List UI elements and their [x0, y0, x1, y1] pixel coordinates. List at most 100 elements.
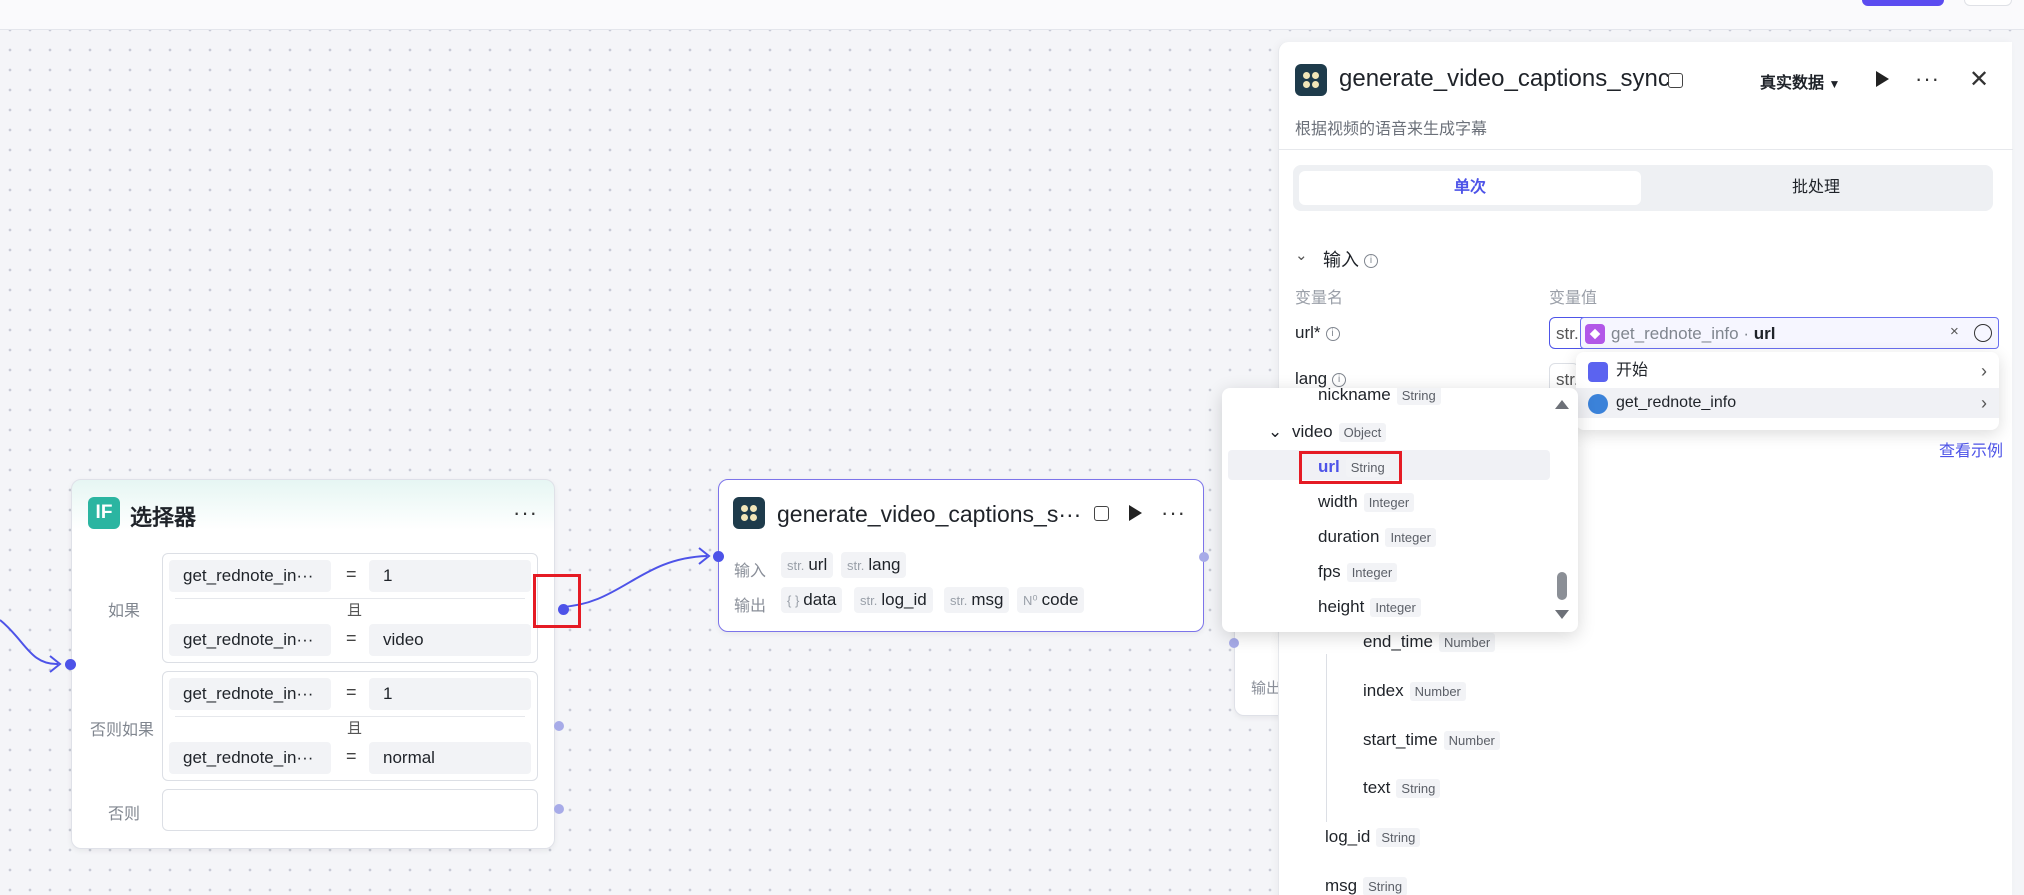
data-mode-select[interactable]: 真实数据 ▼: [1760, 69, 1840, 93]
scroll-up-icon[interactable]: [1555, 400, 1569, 409]
and-label: 且: [343, 599, 367, 620]
highlight-box: [533, 574, 581, 628]
tree-item: start_time Number: [1363, 730, 1500, 750]
else-if-condition-group[interactable]: get_rednote_in··· = 1 且 get_rednote_in··…: [162, 671, 538, 781]
node-picker-popup: 开始 › get_rednote_info ›: [1576, 352, 1999, 430]
input-label: 输入: [734, 563, 767, 580]
if-icon: IF: [88, 497, 120, 529]
clear-icon[interactable]: ×: [1950, 323, 1959, 340]
tree-item: end_time Number: [1363, 632, 1496, 652]
output-param: { } data: [781, 587, 843, 613]
plugin-icon: [733, 497, 765, 529]
output-param: str. msg: [944, 587, 1010, 613]
condition-operator[interactable]: =: [346, 564, 357, 585]
reference-text: get_rednote_info · url: [1611, 324, 1776, 343]
run-icon[interactable]: [1876, 71, 1889, 87]
tree-item: msg String: [1325, 876, 1408, 895]
and-label: 且: [343, 717, 367, 738]
captions-output-port[interactable]: [1199, 552, 1209, 562]
field-item[interactable]: width Integer: [1318, 492, 1415, 512]
output-param: N⁰ code: [1017, 587, 1085, 613]
scroll-down-icon[interactable]: [1555, 610, 1569, 619]
if-label: 如果: [107, 603, 140, 620]
chevron-right-icon: ›: [1981, 393, 1987, 413]
output-label: 输出: [734, 598, 767, 615]
caret-down-icon: ▼: [1828, 77, 1841, 91]
if-condition-group[interactable]: get_rednote_in··· = 1 且 get_rednote_in··…: [162, 553, 538, 663]
info-icon: i: [1325, 326, 1340, 341]
cube-icon: [1585, 324, 1605, 344]
picker-item-start[interactable]: 开始 ›: [1576, 356, 1999, 386]
condition-left[interactable]: get_rednote_in···: [169, 742, 331, 774]
plugin-badge-icon: [1094, 506, 1109, 521]
condition-right[interactable]: 1: [369, 678, 531, 710]
selector-input-port[interactable]: [65, 659, 76, 670]
mode-tabs: 单次 批处理: [1293, 165, 1993, 211]
panel-title: generate_video_captions_sync: [1339, 65, 1670, 92]
panel-description: 根据视频的语音来生成字幕: [1295, 121, 1488, 138]
plugin-badge-icon: [1668, 73, 1683, 88]
scrollbar-thumb[interactable]: [1557, 572, 1567, 600]
more-icon[interactable]: ···: [1161, 502, 1186, 524]
node-title: generate_video_captions_s···: [777, 501, 1082, 527]
info-icon: i: [1332, 372, 1347, 387]
else-branch[interactable]: [162, 789, 538, 831]
field-item[interactable]: fps Integer: [1318, 562, 1398, 582]
tab-single[interactable]: 单次: [1299, 171, 1641, 205]
condition-right[interactable]: 1: [369, 560, 531, 592]
close-icon[interactable]: ✕: [1969, 65, 1989, 94]
var-url-label: url* i: [1295, 323, 1340, 343]
output-label: 输出: [1251, 680, 1282, 697]
view-example-link[interactable]: 查看示例: [1939, 437, 2003, 461]
field-item[interactable]: height Integer: [1318, 597, 1421, 617]
tab-batch[interactable]: 批处理: [1645, 171, 1987, 205]
condition-right[interactable]: normal: [369, 742, 531, 774]
output-param: str. log_id: [854, 587, 933, 613]
chevron-right-icon: ›: [1981, 361, 1987, 381]
tree-item: text String: [1363, 778, 1441, 798]
else-label: 否则: [107, 806, 140, 823]
type-label: str.: [1556, 324, 1579, 343]
field-item-video[interactable]: video Object: [1292, 422, 1387, 442]
condition-left[interactable]: get_rednote_in···: [169, 560, 331, 592]
condition-operator[interactable]: =: [346, 628, 357, 649]
condition-operator[interactable]: =: [346, 746, 357, 767]
column-var-value: 变量值: [1549, 290, 1598, 307]
tree-item: index Number: [1363, 681, 1466, 701]
chevron-down-icon[interactable]: ⌄: [1295, 246, 1308, 264]
run-icon[interactable]: [1129, 505, 1142, 521]
plugin-icon: [1588, 394, 1608, 414]
condition-left[interactable]: get_rednote_in···: [169, 624, 331, 656]
highlight-box: [1299, 451, 1402, 484]
var-lang-label: lang i: [1295, 369, 1347, 389]
more-icon[interactable]: ···: [513, 502, 538, 524]
hidden-node-port[interactable]: [1229, 638, 1239, 648]
tree-item: log_id String: [1325, 827, 1421, 847]
variable-reference[interactable]: get_rednote_info · url ×: [1580, 317, 1999, 349]
captions-input-port[interactable]: [713, 551, 724, 562]
more-icon[interactable]: ···: [1915, 68, 1940, 90]
divider: [1279, 149, 2013, 150]
info-icon: i: [1364, 254, 1378, 269]
input-param: str. lang: [841, 552, 907, 578]
condition-left[interactable]: get_rednote_in···: [169, 678, 331, 710]
picker-item-get-rednote-info[interactable]: get_rednote_info ›: [1576, 388, 1999, 418]
selector-node[interactable]: IF 选择器 ··· 如果 get_rednote_in··· = 1 且 ge…: [71, 479, 569, 849]
plugin-icon: [1295, 64, 1327, 96]
else-if-label: 否则如果: [89, 722, 154, 739]
field-dropdown: nickname String ⌄ video Object url String w…: [1222, 388, 1578, 632]
condition-right[interactable]: video: [369, 624, 531, 656]
input-param: str. url: [781, 552, 834, 578]
field-item[interactable]: nickname String: [1318, 388, 1441, 405]
url-value-input[interactable]: str. get_rednote_info · url ×: [1549, 317, 1999, 349]
else-if-output-port[interactable]: [554, 721, 564, 731]
field-item[interactable]: duration Integer: [1318, 527, 1436, 547]
node-title: 选择器: [130, 505, 197, 530]
captions-node[interactable]: generate_video_captions_s··· ··· 输入 str.…: [718, 479, 1204, 632]
else-output-port[interactable]: [554, 804, 564, 814]
chevron-down-icon[interactable]: ⌄: [1268, 422, 1282, 442]
target-icon[interactable]: [1974, 324, 1992, 342]
input-section-title: 输入 i: [1323, 246, 1378, 272]
condition-operator[interactable]: =: [346, 682, 357, 703]
tree-guide: [1326, 654, 1327, 822]
